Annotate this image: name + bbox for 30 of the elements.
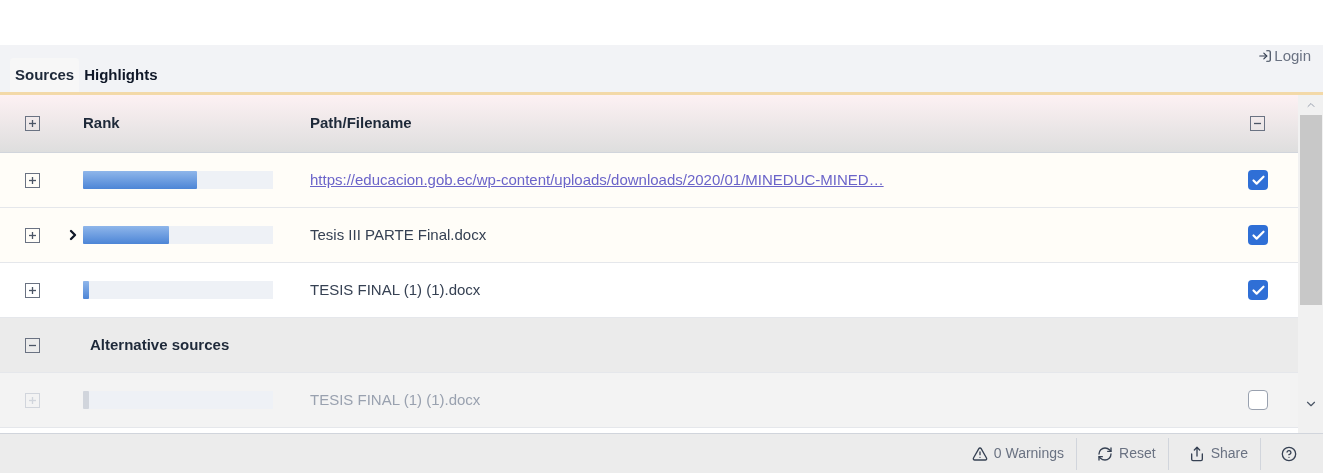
expand-icon[interactable] <box>25 282 40 298</box>
login-icon <box>1258 49 1273 64</box>
login-button[interactable]: Login <box>1258 45 1311 68</box>
reset-icon <box>1097 445 1114 462</box>
checkbox[interactable] <box>1248 280 1268 300</box>
expand-icon[interactable] <box>25 172 40 188</box>
collapse-icon[interactable] <box>1250 116 1265 131</box>
reset-button[interactable]: Reset <box>1085 437 1169 470</box>
source-filename: TESIS FINAL (1) (1).docx <box>310 390 481 408</box>
tab[interactable]: Highlights <box>79 58 163 92</box>
table-row[interactable]: Tesis III PARTE Final.docx <box>0 208 1298 263</box>
share-icon <box>1188 445 1205 462</box>
scrollbar[interactable] <box>1298 95 1323 433</box>
source-filename: TESIS FINAL (1) (1).docx <box>310 280 481 298</box>
collapse-icon[interactable] <box>25 337 40 353</box>
warning-button[interactable]: 0 Warnings <box>959 437 1078 470</box>
warning-icon <box>971 445 988 462</box>
source-filename: Tesis III PARTE Final.docx <box>310 225 487 243</box>
expand-icon[interactable] <box>25 227 40 243</box>
tab[interactable]: Sources <box>10 58 80 92</box>
column-header[interactable]: Path/Filename <box>310 112 1238 135</box>
checkbox[interactable] <box>1248 225 1268 245</box>
column-header[interactable]: Rank <box>83 112 310 135</box>
source-link[interactable]: https://educacion.gob.ec/wp-content/uploads/downloads/2020/01/MINEDUC-MINED… <box>310 170 884 188</box>
table-row[interactable]: https://educacion.gob.ec/wp-content/uploads/downloads/2020/01/MINEDUC-MINED… <box>0 153 1298 208</box>
help-icon <box>1281 445 1297 462</box>
group-label: Alternative sources <box>89 334 230 355</box>
checkbox[interactable] <box>1248 170 1268 190</box>
expand-icon[interactable] <box>25 116 40 131</box>
share-button[interactable]: Share <box>1176 437 1261 470</box>
